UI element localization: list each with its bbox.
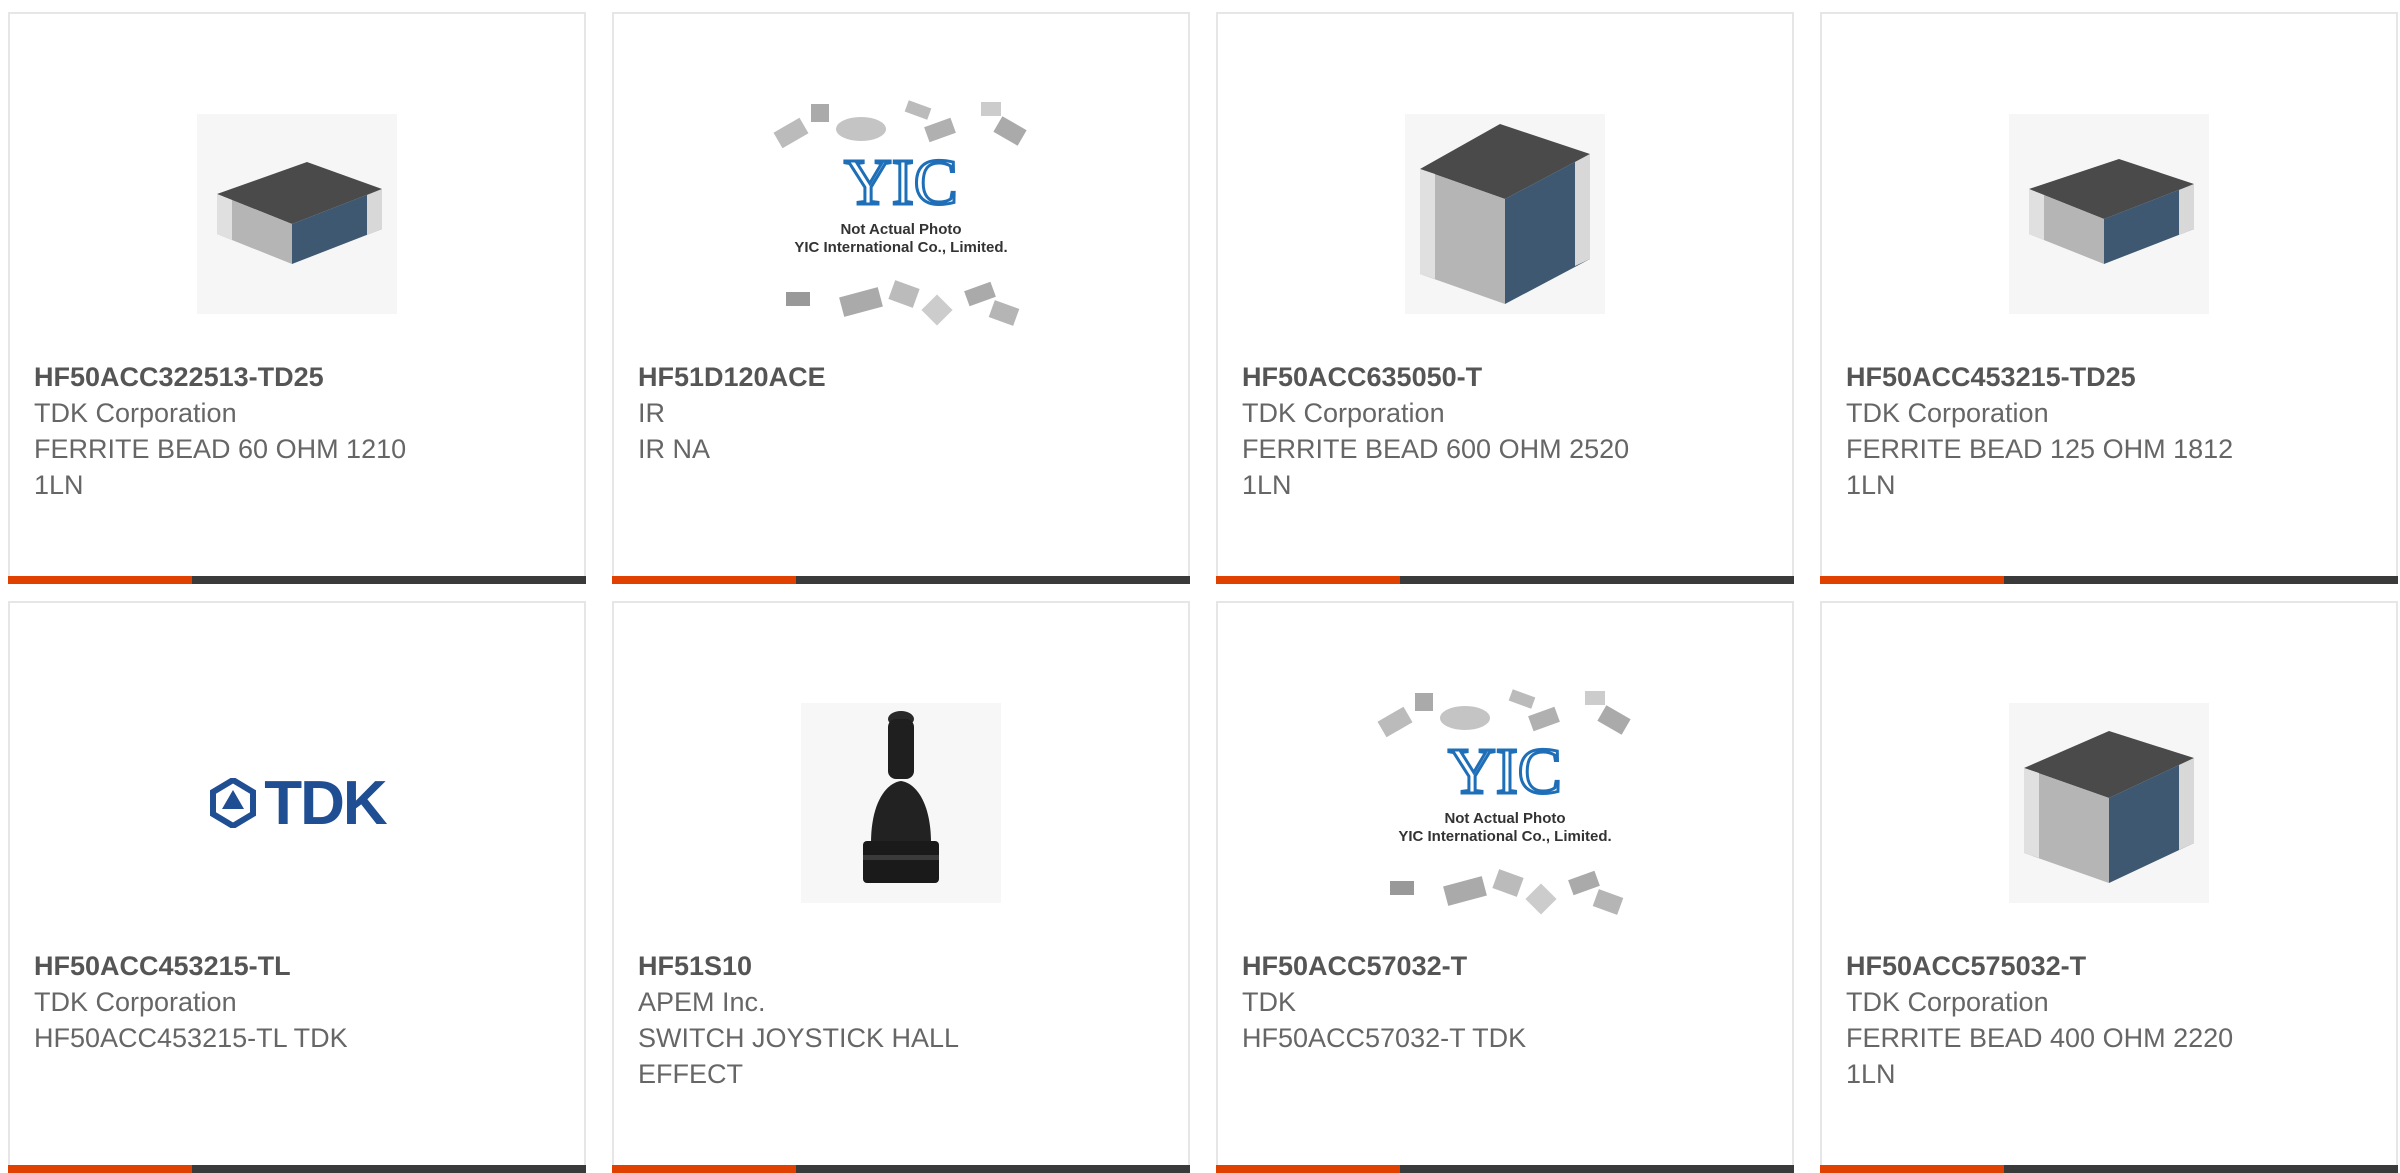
product-card[interactable]: HF50ACC453215-TD25 TDK Corporation FERRI… bbox=[1820, 12, 2398, 584]
yic-placeholder-image: YIC Not Actual Photo YIC International C… bbox=[773, 100, 1027, 326]
manufacturer: TDK Corporation bbox=[34, 987, 237, 1017]
product-image[interactable] bbox=[614, 663, 1188, 943]
description: HF50ACC57032-T TDK bbox=[1242, 1023, 1527, 1053]
description: HF50ACC453215-TL TDK bbox=[34, 1023, 348, 1053]
part-number[interactable]: HF50ACC575032-T bbox=[1846, 948, 2376, 984]
yic-logo-text: YIC bbox=[1448, 735, 1562, 808]
product-image[interactable] bbox=[1822, 74, 2396, 354]
yic-logo-text: YIC bbox=[844, 146, 958, 219]
product-card[interactable]: TDK HF50ACC453215-TL TDK Corporation HF5… bbox=[8, 601, 586, 1173]
ferrite-bead-image bbox=[2009, 703, 2209, 903]
card-footer-bar bbox=[1820, 576, 2398, 584]
description: IR NA bbox=[638, 434, 711, 464]
part-number[interactable]: HF50ACC635050-T bbox=[1242, 359, 1772, 395]
description: SWITCH JOYSTICK HALL EFFECT bbox=[638, 1023, 960, 1089]
description: FERRITE BEAD 400 OHM 2220 1LN bbox=[1846, 1023, 2234, 1089]
manufacturer: TDK Corporation bbox=[1242, 398, 1445, 428]
tdk-logo: TDK bbox=[208, 768, 388, 839]
description: FERRITE BEAD 125 OHM 1812 1LN bbox=[1846, 434, 2234, 500]
placeholder-company: YIC International Co., Limited. bbox=[1398, 828, 1611, 845]
product-card[interactable]: YIC Not Actual Photo YIC International C… bbox=[612, 12, 1190, 584]
tdk-emblem-icon bbox=[210, 778, 257, 828]
part-number[interactable]: HF50ACC57032-T bbox=[1242, 948, 1772, 984]
placeholder-caption: Not Actual Photo bbox=[1444, 810, 1565, 827]
ferrite-bead-image bbox=[197, 114, 397, 314]
placeholder-company: YIC International Co., Limited. bbox=[794, 239, 1007, 256]
card-footer-bar bbox=[1820, 1165, 2398, 1173]
yic-placeholder-image: YIC Not Actual Photo YIC International C… bbox=[1377, 689, 1631, 915]
part-number[interactable]: HF51S10 bbox=[638, 948, 1168, 984]
product-card[interactable]: YIC Not Actual Photo YIC International C… bbox=[1216, 601, 1794, 1173]
part-number[interactable]: HF50ACC453215-TD25 bbox=[1846, 359, 2376, 395]
card-footer-bar bbox=[8, 576, 586, 584]
ferrite-bead-image bbox=[2009, 114, 2209, 314]
placeholder-caption: Not Actual Photo bbox=[840, 221, 961, 238]
tdk-logo-text: TDK bbox=[264, 768, 387, 838]
manufacturer: APEM Inc. bbox=[638, 987, 766, 1017]
product-card[interactable]: HF51S10 APEM Inc. SWITCH JOYSTICK HALL E… bbox=[612, 601, 1190, 1173]
ferrite-bead-image bbox=[1405, 114, 1605, 314]
product-image[interactable]: TDK bbox=[10, 663, 584, 943]
product-image[interactable] bbox=[1218, 74, 1792, 354]
manufacturer: TDK Corporation bbox=[1846, 987, 2049, 1017]
description: FERRITE BEAD 60 OHM 1210 1LN bbox=[34, 434, 407, 500]
part-number[interactable]: HF50ACC453215-TL bbox=[34, 948, 564, 984]
product-card[interactable]: HF50ACC322513-TD25 TDK Corporation FERRI… bbox=[8, 12, 586, 584]
manufacturer: TDK Corporation bbox=[34, 398, 237, 428]
card-footer-bar bbox=[612, 1165, 1190, 1173]
card-footer-bar bbox=[1216, 1165, 1794, 1173]
part-number[interactable]: HF51D120ACE bbox=[638, 359, 1168, 395]
product-card[interactable]: HF50ACC575032-T TDK Corporation FERRITE … bbox=[1820, 601, 2398, 1173]
manufacturer: TDK Corporation bbox=[1846, 398, 2049, 428]
manufacturer: TDK bbox=[1242, 987, 1296, 1017]
product-image[interactable]: YIC Not Actual Photo YIC International C… bbox=[614, 74, 1188, 354]
product-image[interactable] bbox=[10, 74, 584, 354]
product-image[interactable] bbox=[1822, 663, 2396, 943]
card-footer-bar bbox=[1216, 576, 1794, 584]
product-card[interactable]: HF50ACC635050-T TDK Corporation FERRITE … bbox=[1216, 12, 1794, 584]
manufacturer: IR bbox=[638, 398, 665, 428]
description: FERRITE BEAD 600 OHM 2520 1LN bbox=[1242, 434, 1630, 500]
product-image[interactable]: YIC Not Actual Photo YIC International C… bbox=[1218, 663, 1792, 943]
part-number[interactable]: HF50ACC322513-TD25 bbox=[34, 359, 564, 395]
card-footer-bar bbox=[8, 1165, 586, 1173]
joystick-image bbox=[801, 703, 1001, 903]
card-footer-bar bbox=[612, 576, 1190, 584]
